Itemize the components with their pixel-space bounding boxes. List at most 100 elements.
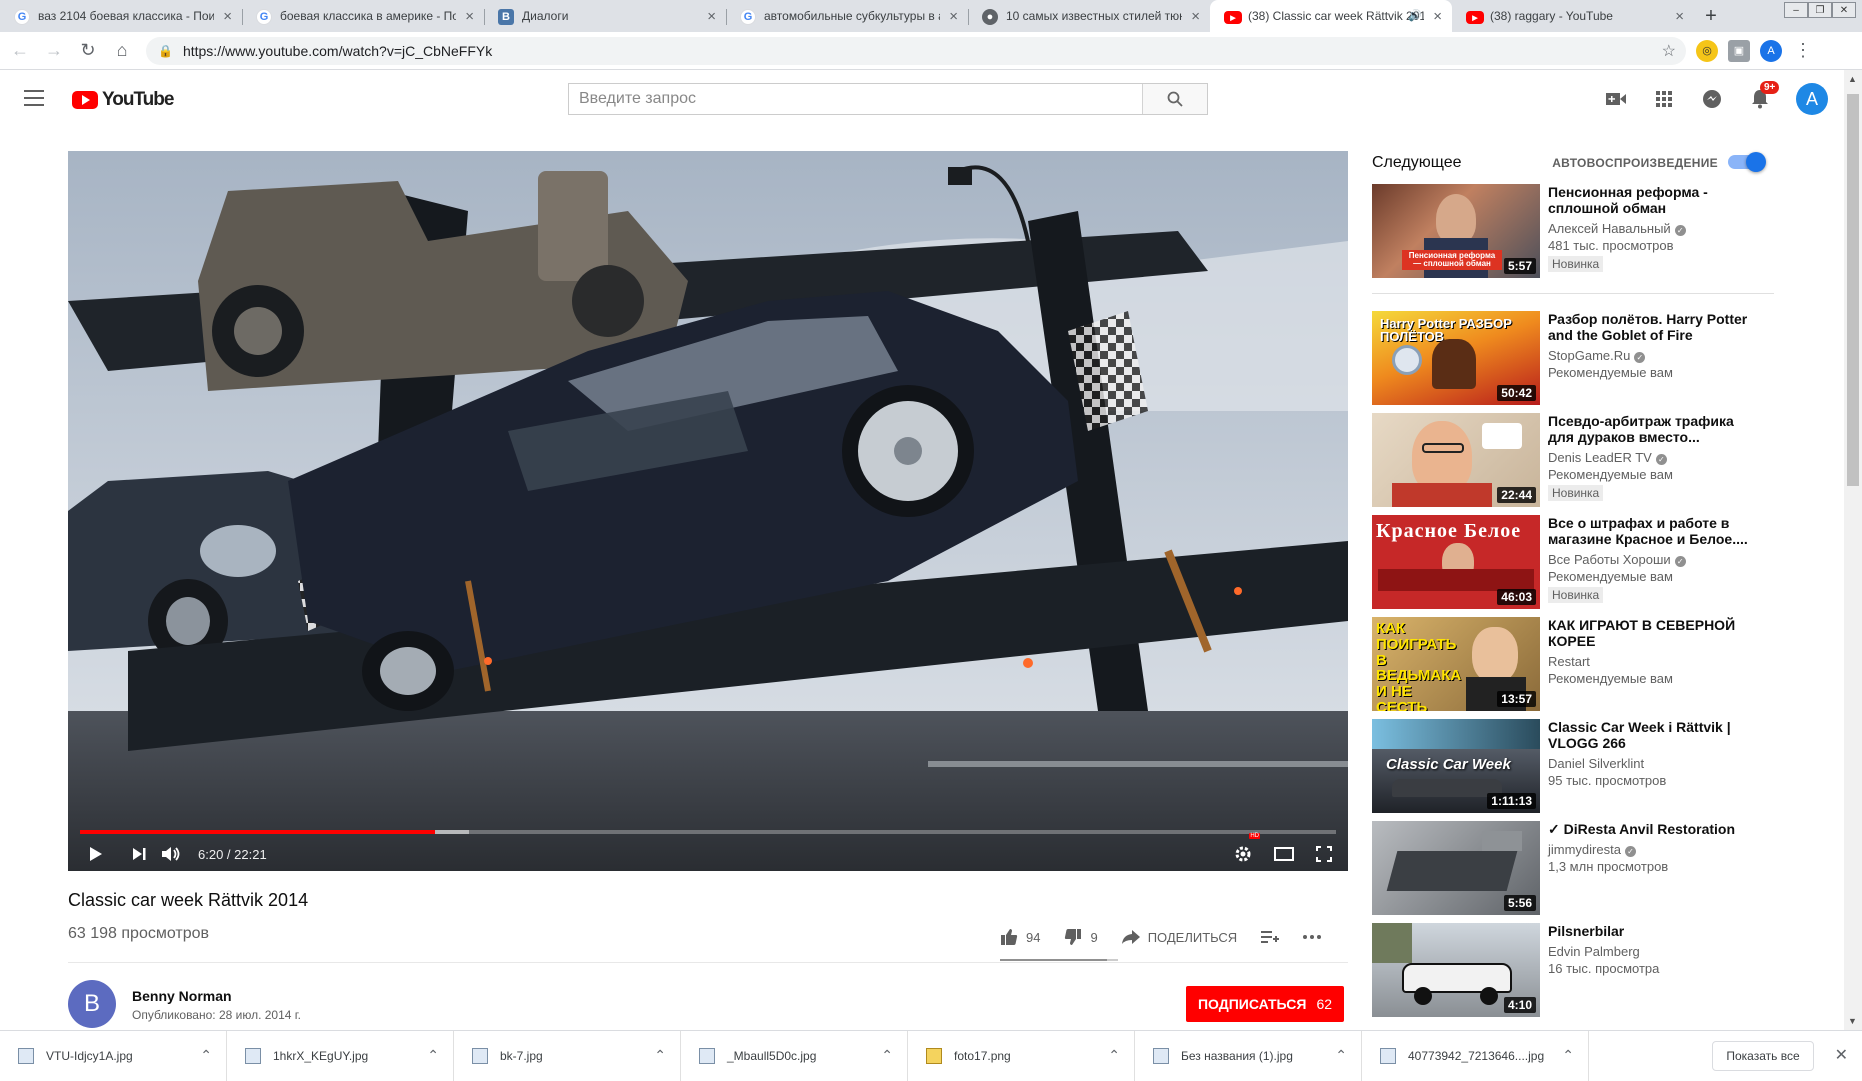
recommended-video[interactable]: Красное Белое 46:03 Все о штрафах и рабо… xyxy=(1372,515,1792,609)
video-thumbnail[interactable]: Красное Белое 46:03 xyxy=(1372,515,1540,609)
close-tab-icon[interactable]: × xyxy=(1433,8,1442,25)
chevron-up-icon[interactable]: ⌃ xyxy=(1108,1047,1120,1064)
page-scrollbar[interactable]: ▲ ▼ xyxy=(1844,70,1862,1030)
channel-name[interactable]: Daniel Silverklint xyxy=(1548,756,1644,771)
browser-tab[interactable]: G ваз 2104 боевая классика - Поиск × xyxy=(0,0,242,32)
channel-name[interactable]: Все Работы Хороши xyxy=(1548,552,1671,567)
address-bar[interactable]: 🔒 https://www.youtube.com/watch?v=jC_CbN… xyxy=(146,36,1686,65)
subscribe-button[interactable]: ПОДПИСАТЬСЯ 62 xyxy=(1186,986,1344,1022)
back-button[interactable]: ← xyxy=(6,37,34,65)
download-item[interactable]: bk-7.jpg ⌃ xyxy=(454,1030,681,1081)
download-item[interactable]: Без названия (1).jpg ⌃ xyxy=(1135,1030,1362,1081)
browser-tab[interactable]: G боевая классика в америке - Поиск × xyxy=(242,0,484,32)
play-button[interactable] xyxy=(68,837,124,871)
search-button[interactable] xyxy=(1142,84,1207,114)
like-button[interactable]: 94 xyxy=(1000,928,1040,946)
close-tab-icon[interactable]: × xyxy=(223,8,232,25)
video-thumbnail[interactable]: 5:56 xyxy=(1372,821,1540,915)
browser-menu-icon[interactable]: ⋮ xyxy=(1792,40,1814,62)
close-tab-icon[interactable]: × xyxy=(949,8,958,25)
new-tab-button[interactable]: + xyxy=(1694,0,1728,32)
lock-icon[interactable]: 🔒 xyxy=(158,44,173,58)
recommended-video[interactable]: 4:10 Pilsnerbilar Edvin Palmberg 16 тыс.… xyxy=(1372,923,1792,1017)
dislike-button[interactable]: 9 xyxy=(1064,928,1098,946)
video-title[interactable]: Разбор полётов. Harry Potter and the Gob… xyxy=(1548,311,1748,343)
browser-tab[interactable]: B Диалоги × xyxy=(484,0,726,32)
channel-name[interactable]: Edvin Palmberg xyxy=(1548,944,1640,959)
bookmark-star-icon[interactable]: ☆ xyxy=(1662,41,1676,61)
channel-name[interactable]: Алексей Навальный xyxy=(1548,221,1671,236)
chevron-up-icon[interactable]: ⌃ xyxy=(654,1047,666,1064)
channel-name[interactable]: jimmydiresta xyxy=(1548,842,1621,857)
video-player[interactable]: 6:20 / 22:21 HD xyxy=(68,151,1348,871)
apps-grid-icon[interactable] xyxy=(1652,87,1676,111)
home-button[interactable]: ⌂ xyxy=(108,37,136,65)
channel-name[interactable]: Restart xyxy=(1548,654,1590,669)
download-item[interactable]: foto17.png ⌃ xyxy=(908,1030,1135,1081)
video-title[interactable]: Classic Car Week i Rättvik | VLOGG 266 xyxy=(1548,719,1748,751)
share-button[interactable]: ПОДЕЛИТЬСЯ xyxy=(1121,930,1237,945)
browser-tab-active[interactable]: ▶ (38) Classic car week Rättvik 2014 🔊 × xyxy=(1210,0,1452,32)
profile-avatar[interactable]: A xyxy=(1760,39,1782,62)
channel-avatar[interactable]: B xyxy=(68,980,116,1028)
chevron-up-icon[interactable]: ⌃ xyxy=(1562,1047,1574,1064)
youtube-logo[interactable]: YouTube xyxy=(72,89,174,111)
close-icon[interactable]: ✕ xyxy=(1835,1045,1848,1065)
recommended-video[interactable]: 5:56 ✓ DiResta Anvil Restoration jimmydi… xyxy=(1372,821,1792,915)
video-thumbnail[interactable]: Harry Potter РАЗБОР ПОЛЁТОВ 50:42 xyxy=(1372,311,1540,405)
channel-name[interactable]: Benny Norman xyxy=(132,988,232,1004)
video-thumbnail[interactable]: 4:10 xyxy=(1372,923,1540,1017)
recommended-video[interactable]: КАК ПОИГРАТЬ В ВЕДЬМАКА И НЕ СЕСТЬ 13:57… xyxy=(1372,617,1792,711)
settings-gear-icon[interactable]: HD xyxy=(1234,833,1260,871)
close-window-button[interactable]: ✕ xyxy=(1832,2,1856,18)
video-title[interactable]: Псевдо-арбитраж трафика для дураков вмес… xyxy=(1548,413,1748,445)
video-thumbnail[interactable]: Пенсионная реформа — сплошной обман 5:57 xyxy=(1372,184,1540,278)
next-video-button[interactable] xyxy=(124,837,154,871)
recommended-video[interactable]: Harry Potter РАЗБОР ПОЛЁТОВ 50:42 Разбор… xyxy=(1372,311,1792,405)
close-tab-icon[interactable]: × xyxy=(1675,8,1684,25)
speaker-icon[interactable]: 🔊 xyxy=(1408,9,1422,22)
search-input[interactable]: Введите запрос xyxy=(569,84,1142,114)
extension-icon[interactable]: ▣ xyxy=(1728,39,1750,62)
video-thumbnail[interactable]: КАК ПОИГРАТЬ В ВЕДЬМАКА И НЕ СЕСТЬ 13:57 xyxy=(1372,617,1540,711)
user-avatar[interactable]: A xyxy=(1796,83,1828,115)
scroll-down-arrow-icon[interactable]: ▼ xyxy=(1848,1016,1857,1026)
video-title[interactable]: КАК ИГРАЮТ В СЕВЕРНОЙ КОРЕЕ xyxy=(1548,617,1748,649)
video-title[interactable]: ✓ DiResta Anvil Restoration xyxy=(1548,821,1748,837)
theater-mode-button[interactable] xyxy=(1274,837,1294,871)
scroll-up-arrow-icon[interactable]: ▲ xyxy=(1848,74,1857,84)
channel-name[interactable]: StopGame.Ru xyxy=(1548,348,1630,363)
create-video-icon[interactable] xyxy=(1604,87,1628,111)
chevron-up-icon[interactable]: ⌃ xyxy=(427,1047,439,1064)
download-item[interactable]: _Mbaull5D0c.jpg ⌃ xyxy=(681,1030,908,1081)
recommended-video[interactable]: Classic Car Week 1:11:13 Classic Car Wee… xyxy=(1372,719,1792,813)
video-title[interactable]: Pilsnerbilar xyxy=(1548,923,1748,939)
channel-name[interactable]: Denis LeadER TV xyxy=(1548,450,1652,465)
notifications-bell-icon[interactable]: 9+ xyxy=(1748,81,1780,111)
more-actions-button[interactable] xyxy=(1303,935,1322,939)
reload-button[interactable]: ↻ xyxy=(74,37,102,65)
chevron-up-icon[interactable]: ⌃ xyxy=(1335,1047,1347,1064)
browser-tab[interactable]: G автомобильные субкультуры в америке × xyxy=(726,0,968,32)
browser-tab[interactable]: ▶ (38) raggary - YouTube × xyxy=(1452,0,1694,32)
download-item[interactable]: 1hkrX_KEgUY.jpg ⌃ xyxy=(227,1030,454,1081)
volume-button[interactable] xyxy=(154,837,188,871)
browser-tab[interactable]: ● 10 самых известных стилей тюнинга × xyxy=(968,0,1210,32)
video-thumbnail[interactable]: Classic Car Week 1:11:13 xyxy=(1372,719,1540,813)
video-thumbnail[interactable]: 22:44 xyxy=(1372,413,1540,507)
restore-button[interactable]: ❐ xyxy=(1808,2,1832,18)
add-to-playlist-button[interactable] xyxy=(1261,930,1280,944)
menu-icon[interactable] xyxy=(24,90,44,106)
extension-icon[interactable]: ◎ xyxy=(1696,39,1718,62)
video-title[interactable]: Пенсионная реформа - сплошной обман xyxy=(1548,184,1748,216)
minimize-button[interactable]: – xyxy=(1784,2,1808,18)
fullscreen-button[interactable] xyxy=(1316,837,1332,871)
close-tab-icon[interactable]: × xyxy=(465,8,474,25)
show-all-downloads-button[interactable]: Показать все xyxy=(1712,1041,1814,1071)
chevron-up-icon[interactable]: ⌃ xyxy=(881,1047,893,1064)
scrollbar-thumb[interactable] xyxy=(1847,94,1859,486)
download-item[interactable]: VTU-Idjcy1A.jpg ⌃ xyxy=(0,1030,227,1081)
close-tab-icon[interactable]: × xyxy=(707,8,716,25)
download-item[interactable]: 40773942_7213646....jpg ⌃ xyxy=(1362,1030,1589,1081)
recommended-video[interactable]: 22:44 Псевдо-арбитраж трафика для дурако… xyxy=(1372,413,1792,507)
